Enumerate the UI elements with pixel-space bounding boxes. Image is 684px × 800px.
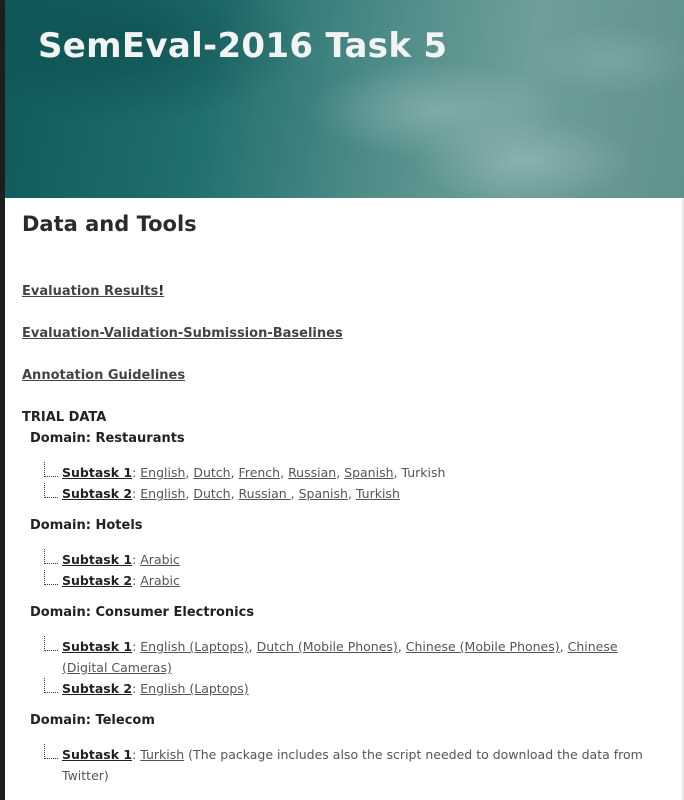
- restaurants-st1-spanish-link[interactable]: Spanish: [344, 465, 393, 480]
- evaluation-results-paragraph: Evaluation Results!: [22, 284, 164, 299]
- restaurants-st1-english-link[interactable]: English: [140, 465, 185, 480]
- electronics-subtask-1-row: Subtask 1: English (Laptops), Dutch (Mob…: [44, 636, 654, 678]
- telecom-subtask-1-row: Subtask 1: Turkish (The package includes…: [44, 744, 654, 786]
- tree-branch-icon: [44, 549, 58, 564]
- restaurants-st2-spanish-link[interactable]: Spanish: [299, 486, 348, 501]
- main-content: Data and Tools Evaluation Results! Evalu…: [22, 212, 662, 783]
- hotels-subtask-2-row: Subtask 2: Arabic: [44, 570, 654, 591]
- domain-consumer-electronics-heading: Domain: Consumer Electronics: [30, 605, 255, 620]
- evaluation-validation-submission-baselines-link[interactable]: Evaluation-Validation-Submission-Baselin…: [22, 326, 343, 341]
- evaluation-validation-paragraph: Evaluation-Validation-Submission-Baselin…: [22, 326, 343, 341]
- tree-branch-icon: [44, 636, 58, 651]
- tree-branch-icon: [44, 678, 58, 693]
- exclamation-mark: !: [158, 284, 165, 299]
- trial-data-heading: TRIAL DATA: [22, 410, 107, 425]
- electronics-st2-english-laptops-link[interactable]: English (Laptops): [140, 681, 248, 696]
- annotation-guidelines-link[interactable]: Annotation Guidelines: [22, 368, 185, 383]
- electronics-subtask-2-link[interactable]: Subtask 2: [62, 681, 132, 696]
- telecom-subtask-1-link[interactable]: Subtask 1: [62, 747, 132, 762]
- tree-branch-icon: [44, 483, 58, 498]
- domain-restaurants-heading: Domain: Restaurants: [30, 431, 185, 446]
- restaurants-subtask-2-row: Subtask 2: English, Dutch, Russian , Spa…: [44, 483, 654, 504]
- restaurants-subtask-2-link[interactable]: Subtask 2: [62, 486, 132, 501]
- electronics-st1-english-laptops-link[interactable]: English (Laptops): [140, 639, 248, 654]
- restaurants-st1-turkish-text: Turkish: [401, 465, 446, 480]
- site-title[interactable]: SemEval-2016 Task 5: [38, 26, 447, 66]
- restaurants-st2-english-link[interactable]: English: [140, 486, 185, 501]
- electronics-st1-chinese-mobile-link[interactable]: Chinese (Mobile Phones): [406, 639, 560, 654]
- hotels-subtask-1-row: Subtask 1: Arabic: [44, 549, 654, 570]
- restaurants-st2-turkish-link[interactable]: Turkish: [356, 486, 400, 501]
- restaurants-st1-dutch-link[interactable]: Dutch: [193, 465, 230, 480]
- restaurants-st2-dutch-link[interactable]: Dutch: [193, 486, 230, 501]
- restaurants-subtask-1-row: Subtask 1: English, Dutch, French, Russi…: [44, 462, 654, 483]
- hotels-st2-arabic-link[interactable]: Arabic: [140, 573, 180, 588]
- hotels-st1-arabic-link[interactable]: Arabic: [140, 552, 180, 567]
- restaurants-subtask-1-link[interactable]: Subtask 1: [62, 465, 132, 480]
- tree-branch-icon: [44, 462, 58, 477]
- electronics-st1-dutch-mobile-link[interactable]: Dutch (Mobile Phones): [257, 639, 398, 654]
- hotels-subtask-2-link[interactable]: Subtask 2: [62, 573, 132, 588]
- restaurants-st1-french-link[interactable]: French: [239, 465, 281, 480]
- electronics-subtask-2-row: Subtask 2: English (Laptops): [44, 678, 654, 699]
- electronics-subtask-1-link[interactable]: Subtask 1: [62, 639, 132, 654]
- telecom-st1-turkish-link[interactable]: Turkish: [140, 747, 184, 762]
- tree-branch-icon: [44, 570, 58, 585]
- hotels-subtask-1-link[interactable]: Subtask 1: [62, 552, 132, 567]
- annotation-guidelines-paragraph: Annotation Guidelines: [22, 368, 185, 383]
- domain-telecom-heading: Domain: Telecom: [30, 713, 155, 728]
- page-title: Data and Tools: [22, 212, 197, 236]
- restaurants-st1-russian-link[interactable]: Russian: [288, 465, 336, 480]
- domain-hotels-heading: Domain: Hotels: [30, 518, 143, 533]
- header-banner: SemEval-2016 Task 5: [5, 0, 684, 198]
- tree-branch-icon: [44, 744, 58, 759]
- evaluation-results-link[interactable]: Evaluation Results: [22, 284, 158, 299]
- restaurants-st2-russian-link[interactable]: Russian: [239, 486, 291, 501]
